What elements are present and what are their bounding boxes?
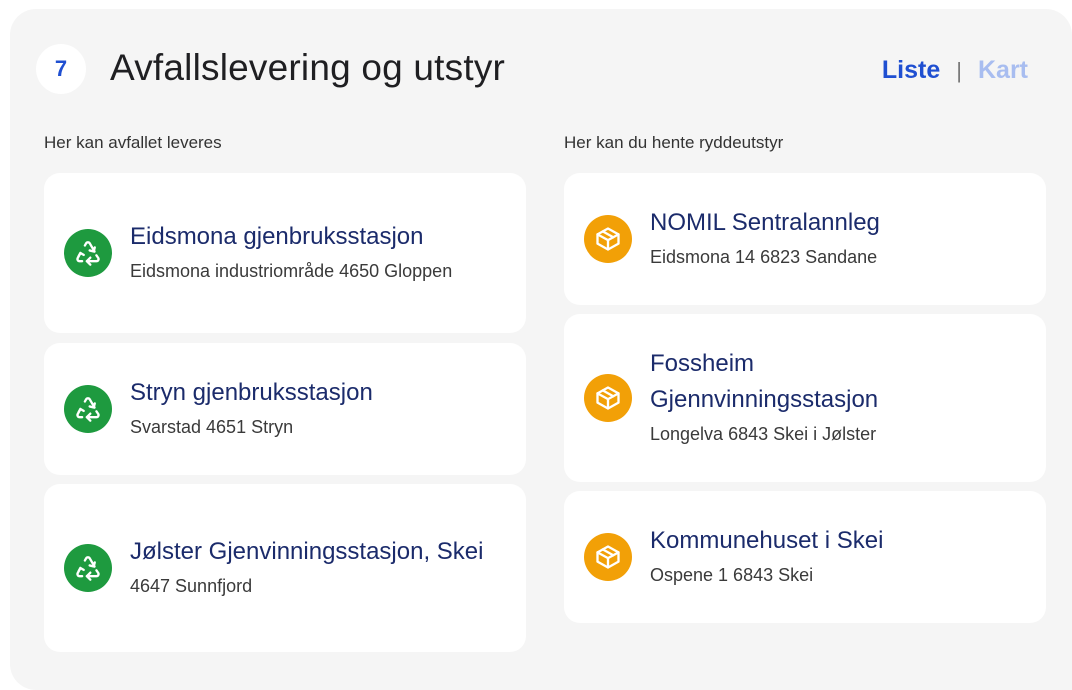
location-address: Eidsmona 14 6823 Sandane (650, 247, 878, 267)
recycle-icon (64, 544, 112, 592)
view-toggle: Liste | Kart (882, 56, 1028, 85)
location-name: Jølster Gjenvinningsstasjon, Skei (130, 538, 484, 565)
box-icon (584, 215, 632, 263)
delivery-location-card[interactable]: Eidsmona gjenbruksstasjon Eidsmona indus… (44, 173, 526, 333)
location-name: Kommunehuset i Skei (650, 527, 884, 554)
map-view-link[interactable]: Kart (978, 56, 1028, 85)
location-address: Eidsmona industriområde 4650 Gloppen (130, 261, 453, 281)
recycle-icon (64, 385, 112, 433)
box-icon (584, 374, 632, 422)
location-address: Svarstad 4651 Stryn (130, 417, 294, 437)
delivery-column-label: Her kan avfallet leveres (44, 133, 222, 152)
delivery-location-card[interactable]: Stryn gjenbruksstasjon Svarstad 4651 Str… (44, 343, 526, 475)
location-name: NOMIL Sentralannleg (650, 209, 880, 236)
step-number-badge: 7 (36, 44, 86, 94)
equipment-location-card[interactable]: Kommunehuset i Skei Ospene 1 6843 Skei (564, 491, 1046, 623)
toggle-separator: | (956, 57, 962, 83)
location-name: Eidsmona gjenbruksstasjon (130, 223, 424, 250)
waste-delivery-panel: 7 Avfallslevering og utstyr Liste | Kart… (10, 9, 1072, 690)
location-address: 4647 Sunnfjord (130, 576, 253, 596)
recycle-icon (64, 229, 112, 277)
location-name: Stryn gjenbruksstasjon (130, 379, 373, 406)
equipment-location-card[interactable]: NOMIL Sentralannleg Eidsmona 14 6823 San… (564, 173, 1046, 305)
equipment-location-card[interactable]: Fossheim Gjennvinningsstasjon Longelva 6… (564, 314, 1046, 482)
list-view-link[interactable]: Liste (882, 56, 940, 85)
section-title: Avfallslevering og utstyr (110, 47, 506, 88)
box-icon (584, 533, 632, 581)
delivery-location-card[interactable]: Jølster Gjenvinningsstasjon, Skei 4647 S… (44, 484, 526, 652)
location-address: Longelva 6843 Skei i Jølster (650, 424, 877, 444)
equipment-column-label: Her kan du hente ryddeutstyr (564, 133, 784, 152)
location-name: Fossheim Gjennvinningsstasjon (650, 350, 879, 413)
location-address: Ospene 1 6843 Skei (650, 565, 814, 585)
